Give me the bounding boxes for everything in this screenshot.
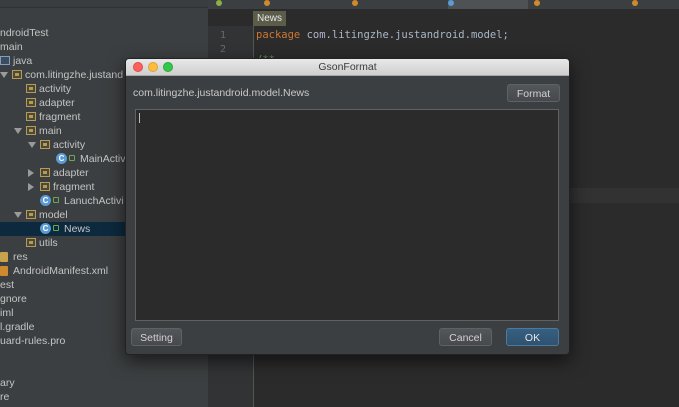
setting-button[interactable]: Setting xyxy=(131,328,182,346)
tree-item-label: LanuchActivi xyxy=(64,195,124,207)
file-icon xyxy=(534,0,540,6)
folder-icon xyxy=(26,98,36,107)
dialog-title: GsonFormat xyxy=(318,61,377,73)
tree-item[interactable]: ndroidTest xyxy=(0,26,208,40)
editor-tab[interactable] xyxy=(632,0,679,9)
folder-icon xyxy=(26,238,36,247)
tree-item[interactable]: ary xyxy=(0,376,208,390)
folder-icon xyxy=(26,112,36,121)
folder-icon xyxy=(40,182,50,191)
dialog-titlebar[interactable]: GsonFormat xyxy=(126,59,569,76)
editor-tab[interactable] xyxy=(216,0,256,9)
collapse-arrow-icon[interactable] xyxy=(28,183,34,191)
editor-tab-active[interactable] xyxy=(448,0,528,9)
class-icon: C xyxy=(56,153,67,164)
tree-item-label: fragment xyxy=(53,181,95,193)
tree-item-label: adapter xyxy=(39,97,75,109)
tree-item-label: gnore xyxy=(0,293,27,305)
tree-item-label: main xyxy=(0,41,23,53)
class-icon: C xyxy=(40,195,51,206)
tree-item-label: fragment xyxy=(39,111,81,123)
tree-item-label: utils xyxy=(39,237,58,249)
folder-icon xyxy=(40,140,50,149)
tree-item-label: est xyxy=(0,279,15,291)
gsonformat-dialog: GsonFormat com.litingzhe.justandroid.mod… xyxy=(125,58,570,355)
xml-icon xyxy=(0,266,8,276)
cancel-button[interactable]: Cancel xyxy=(439,328,492,346)
tree-item-label: News xyxy=(64,223,91,235)
res-icon xyxy=(0,252,8,262)
tree-item-label: ary xyxy=(0,377,15,389)
tree-item-label: model xyxy=(39,209,68,221)
editor-tab[interactable] xyxy=(264,0,344,9)
format-button[interactable]: Format xyxy=(507,84,560,102)
text-caret xyxy=(139,113,140,123)
tree-item-label: l.gradle xyxy=(0,321,35,333)
tree-item-label: MainActiv xyxy=(80,153,126,165)
code-line[interactable]: package com.litingzhe.justandroid.model; xyxy=(256,29,509,41)
line-number: 2 xyxy=(219,44,226,55)
tree-item-label: iml xyxy=(0,307,14,319)
lock-icon xyxy=(69,155,75,161)
line-number: 1 xyxy=(219,30,226,41)
project-tree-toolbar xyxy=(0,0,208,8)
tree-item-label: activity xyxy=(39,83,72,95)
json-input-area[interactable] xyxy=(135,109,559,321)
expand-arrow-icon[interactable] xyxy=(0,72,8,78)
tree-item[interactable]: re xyxy=(0,390,208,404)
tree-item[interactable]: main xyxy=(0,40,208,54)
editor-tab-bar xyxy=(208,0,679,10)
folder-icon xyxy=(26,84,36,93)
file-icon xyxy=(352,0,358,6)
tree-item-label: java xyxy=(13,55,33,67)
code-text: com.litingzhe.justandroid.model; xyxy=(300,29,509,41)
tree-item[interactable]: C News xyxy=(0,222,125,236)
expand-arrow-icon[interactable] xyxy=(14,212,22,218)
editor-tab[interactable] xyxy=(352,0,442,9)
file-icon xyxy=(632,0,638,6)
file-icon xyxy=(264,0,270,6)
tree-item-label: main xyxy=(39,125,62,137)
folder-icon xyxy=(12,70,22,79)
editor-breadcrumb[interactable]: News xyxy=(253,11,287,26)
ok-button[interactable]: OK xyxy=(506,328,559,346)
code-keyword: package xyxy=(256,29,301,41)
lock-icon xyxy=(53,197,59,203)
lock-icon xyxy=(53,225,59,231)
file-icon xyxy=(448,0,454,6)
editor-tab[interactable] xyxy=(534,0,624,9)
folder-icon xyxy=(26,126,36,135)
expand-arrow-icon[interactable] xyxy=(14,128,22,134)
folder-icon xyxy=(40,168,50,177)
package-folder-icon xyxy=(0,56,10,65)
tree-item-label: com.litingzhe.justand xyxy=(25,69,124,81)
tree-item-label: re xyxy=(0,391,10,403)
tree-item-label: activity xyxy=(53,139,86,151)
file-icon xyxy=(216,0,222,6)
target-class-name: com.litingzhe.justandroid.model.News xyxy=(133,87,310,99)
tree-item-label: uard-rules.pro xyxy=(0,335,66,347)
expand-arrow-icon[interactable] xyxy=(28,142,36,148)
tree-item-label: ndroidTest xyxy=(0,27,49,39)
tree-item-label: AndroidManifest.xml xyxy=(13,265,109,277)
tree-item-label: res xyxy=(13,251,28,263)
tree-item-label: adapter xyxy=(53,167,89,179)
collapse-arrow-icon[interactable] xyxy=(28,169,34,177)
class-icon: C xyxy=(40,223,51,234)
folder-icon xyxy=(26,210,36,219)
